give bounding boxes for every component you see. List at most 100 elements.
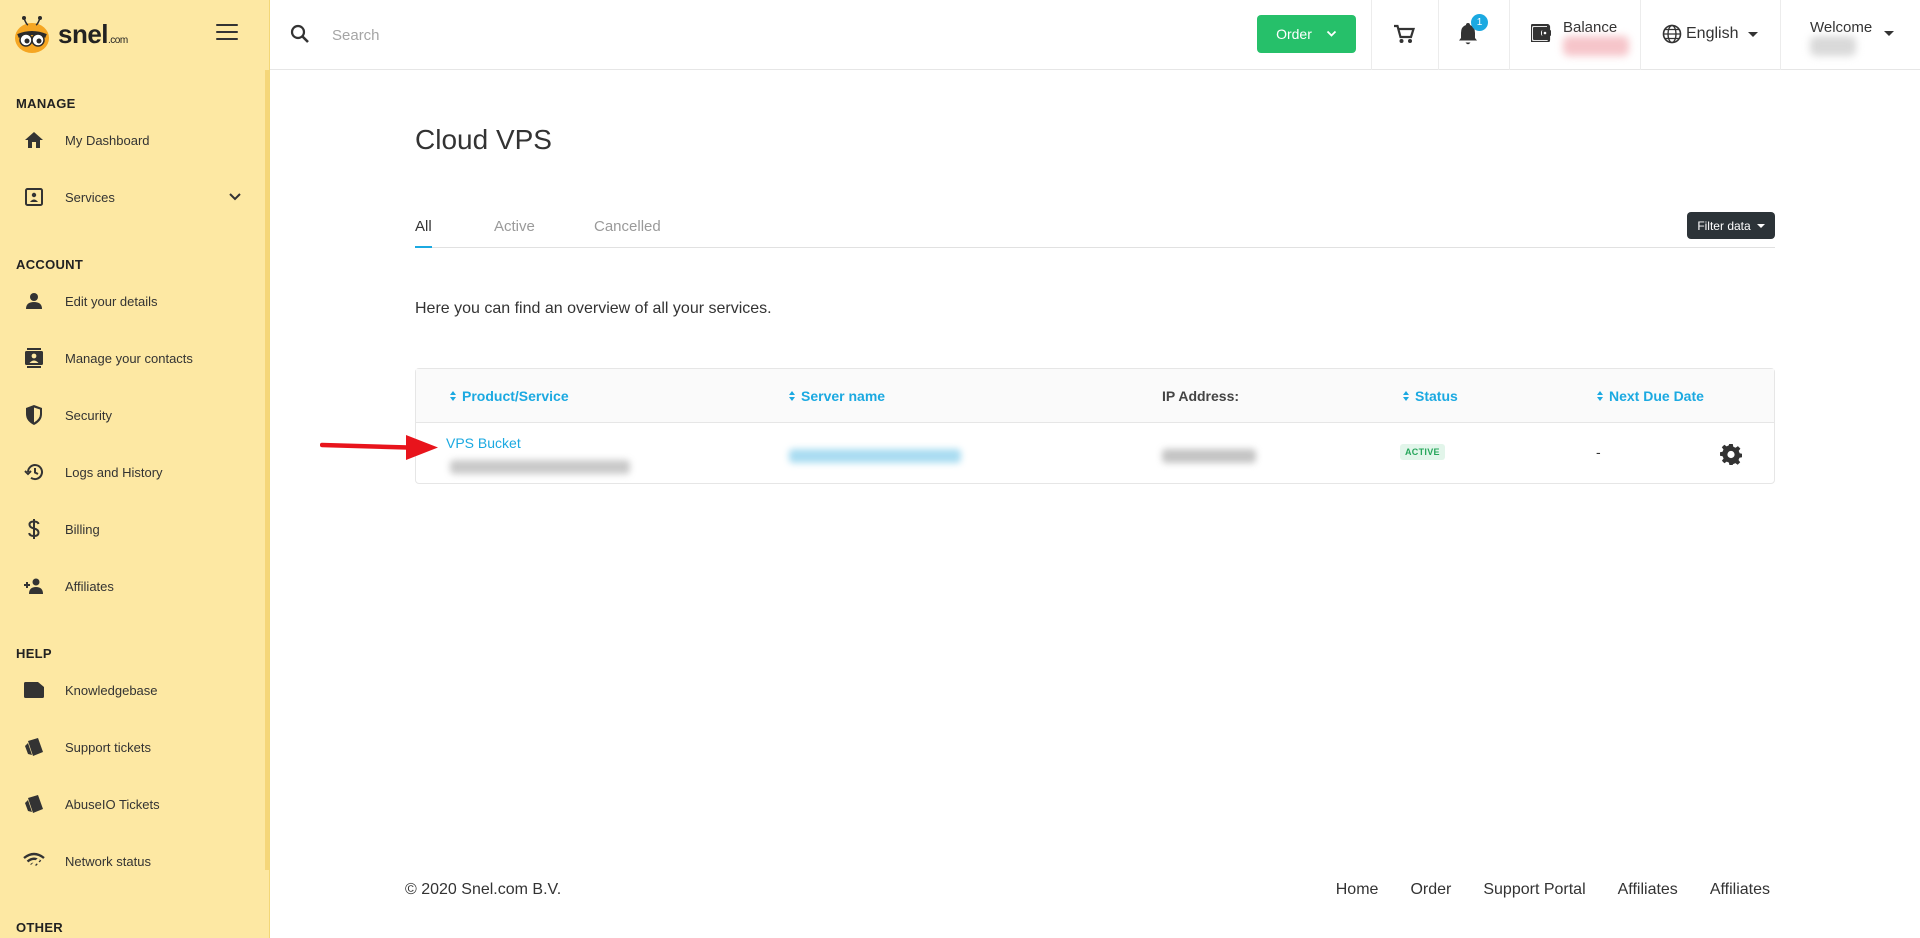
bee-logo-icon	[15, 16, 49, 53]
footer-links: Home Order Support Portal Affiliates Aff…	[1336, 881, 1770, 899]
column-server-name[interactable]: Server name	[789, 388, 885, 404]
language-selector[interactable]: English	[1662, 24, 1759, 44]
sidebar-item-label: Manage your contacts	[65, 350, 193, 366]
cart-icon[interactable]	[1393, 24, 1415, 49]
footer-link-home[interactable]: Home	[1336, 881, 1379, 899]
section-title-help: HELP	[16, 646, 52, 661]
tab-all[interactable]: All	[415, 218, 432, 248]
sidebar-item-label: Knowledgebase	[65, 682, 158, 698]
chevron-down-icon	[1326, 30, 1337, 37]
logo[interactable]: snel.com	[10, 12, 128, 56]
balance-amount-redacted	[1563, 36, 1629, 56]
sidebar-item-label: Logs and History	[65, 464, 163, 480]
user-menu[interactable]: Welcome	[1810, 19, 1895, 36]
section-title-manage: MANAGE	[16, 96, 76, 111]
footer-link-order[interactable]: Order	[1410, 881, 1451, 899]
sidebar-item-label: My Dashboard	[65, 132, 150, 148]
column-label: Server name	[801, 388, 886, 404]
shield-icon	[23, 404, 45, 426]
dollar-icon	[23, 518, 45, 540]
column-product-service[interactable]: Product/Service	[450, 388, 569, 404]
ticket-icon	[23, 736, 45, 758]
column-next-due-date[interactable]: Next Due Date	[1597, 388, 1704, 404]
sort-icon	[1597, 391, 1603, 401]
hamburger-menu-icon[interactable]	[216, 24, 238, 42]
person-icon	[23, 290, 45, 312]
table-header: Product/Service Server name IP Address: …	[416, 369, 1774, 423]
balance-label[interactable]: Balance	[1563, 19, 1617, 36]
history-icon	[23, 461, 45, 483]
search-icon[interactable]	[290, 24, 310, 49]
gear-icon[interactable]	[1720, 443, 1742, 470]
column-status[interactable]: Status	[1403, 388, 1458, 404]
wallet-icon[interactable]	[1529, 23, 1551, 47]
ticket-icon	[23, 793, 45, 815]
sort-icon	[789, 391, 795, 401]
column-label: Next Due Date	[1609, 388, 1704, 404]
sidebar-item-affiliates[interactable]: Affiliates	[0, 566, 266, 606]
status-badge: ACTIVE	[1400, 444, 1445, 460]
logo-text: snel.com	[58, 18, 128, 49]
username-redacted	[1810, 36, 1856, 56]
search-input[interactable]	[332, 22, 932, 48]
sidebar-item-network-status[interactable]: Network status	[0, 841, 266, 881]
chevron-down-icon[interactable]	[228, 189, 242, 207]
sidebar-item-label: Security	[65, 407, 112, 423]
table-row[interactable]: VPS Bucket ACTIVE -	[416, 423, 1774, 485]
sidebar-item-contacts[interactable]: Manage your contacts	[0, 338, 266, 378]
sidebar-scrollbar[interactable]	[265, 70, 269, 870]
sidebar-item-logs-history[interactable]: Logs and History	[0, 452, 266, 492]
sidebar-item-abuseio-tickets[interactable]: AbuseIO Tickets	[0, 784, 266, 824]
home-icon	[23, 129, 45, 151]
filter-data-label: Filter data	[1697, 218, 1751, 233]
wifi-icon	[23, 850, 45, 872]
intro-text: Here you can find an overview of all you…	[415, 300, 772, 317]
welcome-label: Welcome	[1810, 19, 1873, 36]
sidebar-item-dashboard[interactable]: My Dashboard	[0, 120, 266, 160]
order-button-label: Order	[1276, 26, 1312, 42]
column-ip-address: IP Address:	[1162, 388, 1239, 404]
footer-link-support-portal[interactable]: Support Portal	[1483, 881, 1585, 899]
column-label: Status	[1415, 388, 1458, 404]
server-name-redacted[interactable]	[789, 449, 961, 463]
sidebar-item-label: Support tickets	[65, 739, 151, 755]
services-table: Product/Service Server name IP Address: …	[415, 368, 1775, 484]
tab-active[interactable]: Active	[494, 218, 535, 248]
sort-icon	[1403, 391, 1409, 401]
folder-icon	[23, 679, 45, 701]
sidebar-item-edit-details[interactable]: Edit your details	[0, 281, 266, 321]
filter-data-button[interactable]: Filter data	[1687, 212, 1775, 239]
header-divider	[1509, 0, 1510, 70]
tab-cancelled[interactable]: Cancelled	[594, 218, 661, 248]
sidebar-item-label: Edit your details	[65, 293, 158, 309]
sidebar-item-security[interactable]: Security	[0, 395, 266, 435]
top-header: Order 1 Balance English Welcome	[270, 0, 1920, 70]
sidebar-item-label: Network status	[65, 853, 151, 869]
globe-icon	[1662, 24, 1682, 44]
ip-address-redacted	[1162, 449, 1256, 463]
section-title-other: OTHER	[16, 920, 63, 935]
product-detail-redacted	[450, 460, 630, 474]
sidebar-item-services[interactable]: Services	[0, 177, 266, 217]
page-title: Cloud VPS	[415, 124, 552, 155]
section-title-account: ACCOUNT	[16, 257, 84, 272]
sidebar-item-knowledgebase[interactable]: Knowledgebase	[0, 670, 266, 710]
next-due-date: -	[1596, 444, 1601, 460]
footer-link-affiliates-2[interactable]: Affiliates	[1710, 881, 1770, 899]
annotation-arrow-icon	[320, 435, 438, 460]
language-label: English	[1686, 25, 1739, 42]
sidebar-item-support-tickets[interactable]: Support tickets	[0, 727, 266, 767]
column-label: IP Address:	[1162, 388, 1240, 404]
sidebar-item-label: AbuseIO Tickets	[65, 796, 160, 812]
product-link[interactable]: VPS Bucket	[446, 435, 521, 451]
notification-badge: 1	[1471, 14, 1488, 31]
caret-down-icon	[1748, 31, 1759, 37]
order-button[interactable]: Order	[1257, 15, 1356, 53]
sidebar-item-billing[interactable]: Billing	[0, 509, 266, 549]
footer-copyright: © 2020 Snel.com B.V.	[405, 881, 562, 898]
services-icon	[23, 186, 45, 208]
sidebar-item-label: Services	[65, 189, 115, 205]
sidebar: snel.com MANAGE My Dashboard Services AC…	[0, 0, 270, 938]
sidebar-item-label: Billing	[65, 521, 100, 537]
footer-link-affiliates[interactable]: Affiliates	[1618, 881, 1678, 899]
